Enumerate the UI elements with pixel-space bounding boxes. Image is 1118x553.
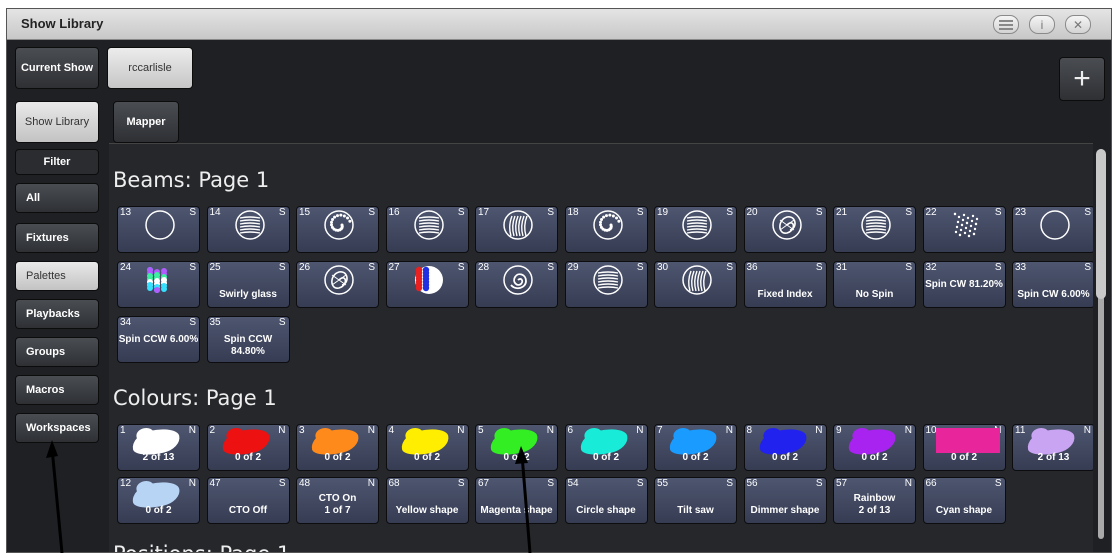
annotation-arrow-left xyxy=(50,447,64,553)
annotation-arrows xyxy=(46,440,532,553)
annotation-arrow-middle xyxy=(520,454,532,553)
annotation-arrowhead-middle xyxy=(515,446,528,464)
annotation-arrowhead-left xyxy=(46,440,58,458)
